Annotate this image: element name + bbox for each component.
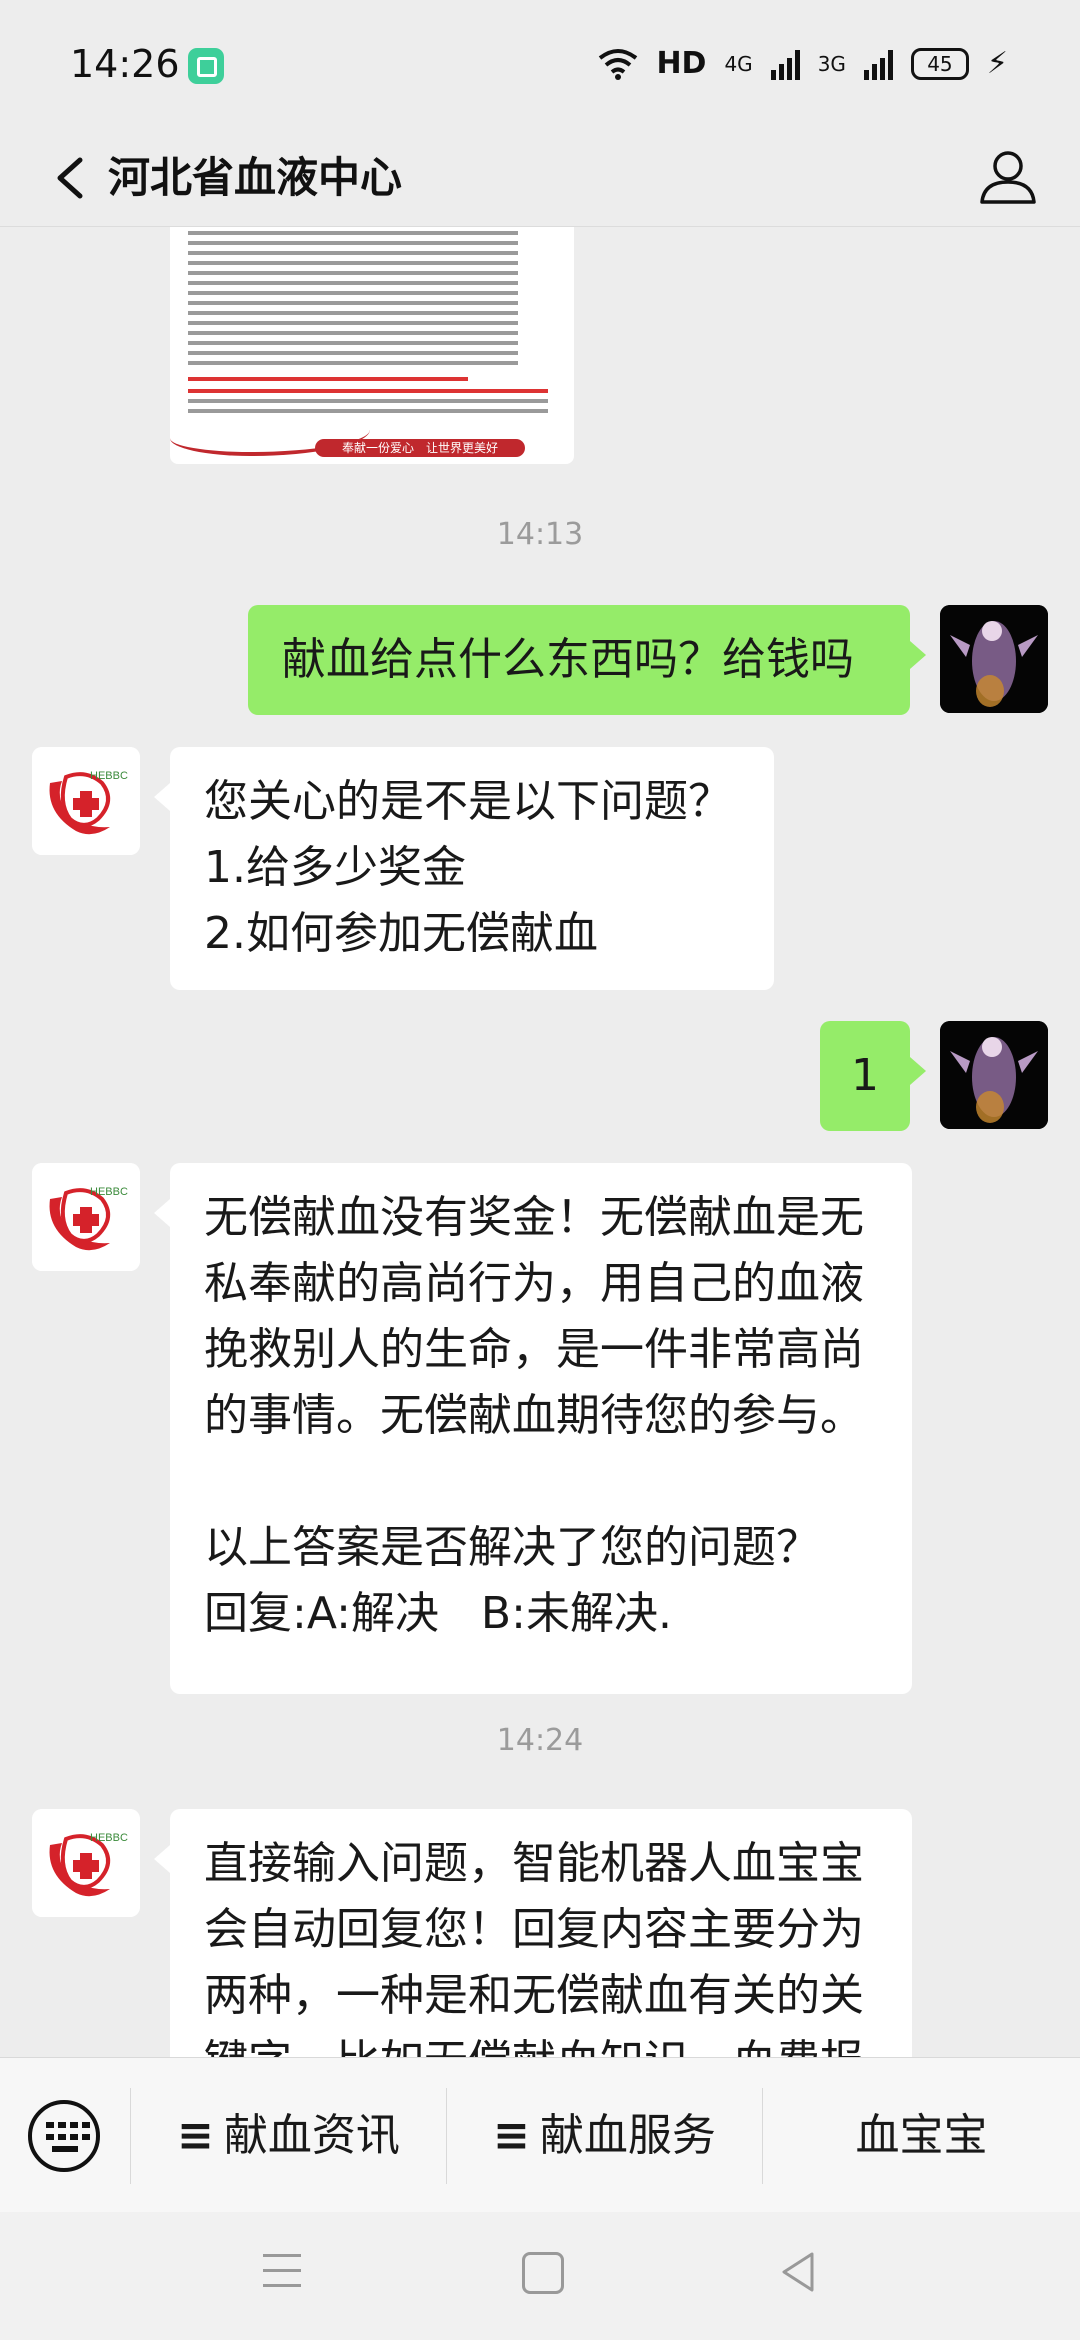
message-line: 2.如何参加无偿献血 — [204, 908, 598, 959]
back-arrow-icon[interactable] — [40, 140, 100, 216]
system-nav-bar — [0, 2212, 1080, 2340]
keyboard-toggle-icon[interactable] — [28, 2100, 100, 2172]
poster-banner: 奉献一份爱心 让世界更美好 — [315, 439, 525, 457]
bot-avatar[interactable]: HEBBC — [32, 1163, 140, 1271]
message-line: 挽救别人的生命，是一件非常高尚 — [204, 1324, 864, 1375]
message-list[interactable]: 奉献一份爱心 让世界更美好 14:13 献血给点什么东西吗？给钱吗 HEBBC … — [0, 227, 1080, 2057]
signal-bars-icon — [770, 48, 800, 80]
bot-avatar-label: HEBBC — [90, 1832, 128, 1844]
signal-label-2: 3G — [817, 51, 846, 76]
incoming-message[interactable]: 您关心的是不是以下问题？ 1.给多少奖金 2.如何参加无偿献血 — [154, 747, 774, 990]
menu-item-label: 献血资讯 — [223, 2110, 400, 2161]
notification-app-icon — [188, 48, 224, 84]
timestamp: 14:13 — [496, 517, 584, 552]
menu-list-icon: ≡ — [177, 2110, 214, 2161]
chat-title: 河北省血液中心 — [108, 153, 403, 202]
timestamp: 14:24 — [496, 1723, 584, 1758]
status-indicators: HD 4G 3G 45 ⚡ — [598, 46, 1008, 81]
hd-indicator: HD — [656, 46, 707, 81]
message-line: 回复:A:解决 B:未解决. — [204, 1588, 672, 1639]
home-icon[interactable] — [522, 2252, 564, 2294]
message-line: 键字，比如无偿献血知识，血费报 — [204, 2029, 878, 2057]
incoming-message[interactable]: 无偿献血没有奖金！无偿献血是无 私奉献的高尚行为，用自己的血液 挽救别人的生命，… — [154, 1163, 912, 1694]
nav-back-icon[interactable] — [778, 2250, 818, 2294]
message-text: 献血给点什么东西吗？给钱吗 — [282, 634, 854, 685]
message-line: 的事情。无偿献血期待您的参与。 — [204, 1390, 864, 1441]
user-avatar[interactable] — [940, 1021, 1048, 1129]
message-line: 私奉献的高尚行为，用自己的血液 — [204, 1258, 864, 1309]
message-line — [204, 1449, 878, 1515]
recent-apps-icon[interactable] — [263, 2254, 301, 2288]
message-line: 您关心的是不是以下问题？ — [204, 776, 732, 827]
menu-item-label: 血宝宝 — [855, 2110, 988, 2161]
menu-list-icon: ≡ — [493, 2110, 530, 2161]
status-time: 14:26 — [70, 42, 180, 86]
signal-bars-icon-2 — [863, 48, 893, 80]
user-avatar[interactable] — [940, 605, 1048, 713]
message-line: 会自动回复您！回复内容主要分为 — [204, 1904, 864, 1955]
status-bar: 14:26 HD 4G 3G 45 ⚡ — [0, 0, 1080, 130]
menu-item-service[interactable]: ≡ 献血服务 — [447, 2058, 762, 2213]
message-line: 直接输入问题，智能机器人血宝宝 — [204, 1838, 864, 1889]
menu-item-label: 献血服务 — [539, 2110, 716, 2161]
message-line: 1.给多少奖金 — [204, 842, 466, 893]
official-account-menu: ≡ 献血资讯 ≡ 献血服务 血宝宝 — [0, 2057, 1080, 2213]
wifi-icon — [599, 48, 638, 80]
battery-icon: 45 — [910, 47, 969, 80]
bot-avatar[interactable]: HEBBC — [32, 1809, 140, 1917]
bot-avatar-label: HEBBC — [90, 1186, 128, 1198]
profile-icon[interactable] — [976, 144, 1040, 208]
menu-item-xuebaobao[interactable]: 血宝宝 — [763, 2058, 1080, 2213]
message-line: 两种，一种是和无偿献血有关的关 — [204, 1970, 864, 2021]
charging-icon: ⚡ — [986, 46, 1008, 81]
menu-item-news[interactable]: ≡ 献血资讯 — [131, 2058, 446, 2213]
message-line: 以上答案是否解决了您的问题？ — [204, 1522, 820, 1573]
outgoing-message[interactable]: 1 — [820, 1021, 926, 1131]
message-text: 1 — [851, 1050, 879, 1101]
poster-image[interactable]: 奉献一份爱心 让世界更美好 — [170, 227, 574, 464]
message-line: 无偿献血没有奖金！无偿献血是无 — [204, 1192, 864, 1243]
chat-header: 河北省血液中心 — [0, 130, 1080, 227]
signal-label-1: 4G — [724, 51, 753, 76]
bot-avatar[interactable]: HEBBC — [32, 747, 140, 855]
bot-avatar-label: HEBBC — [90, 770, 128, 782]
battery-level: 45 — [927, 51, 953, 76]
incoming-message[interactable]: 直接输入问题，智能机器人血宝宝 会自动回复您！回复内容主要分为 两种，一种是和无… — [154, 1809, 912, 2057]
outgoing-message[interactable]: 献血给点什么东西吗？给钱吗 — [248, 605, 926, 715]
